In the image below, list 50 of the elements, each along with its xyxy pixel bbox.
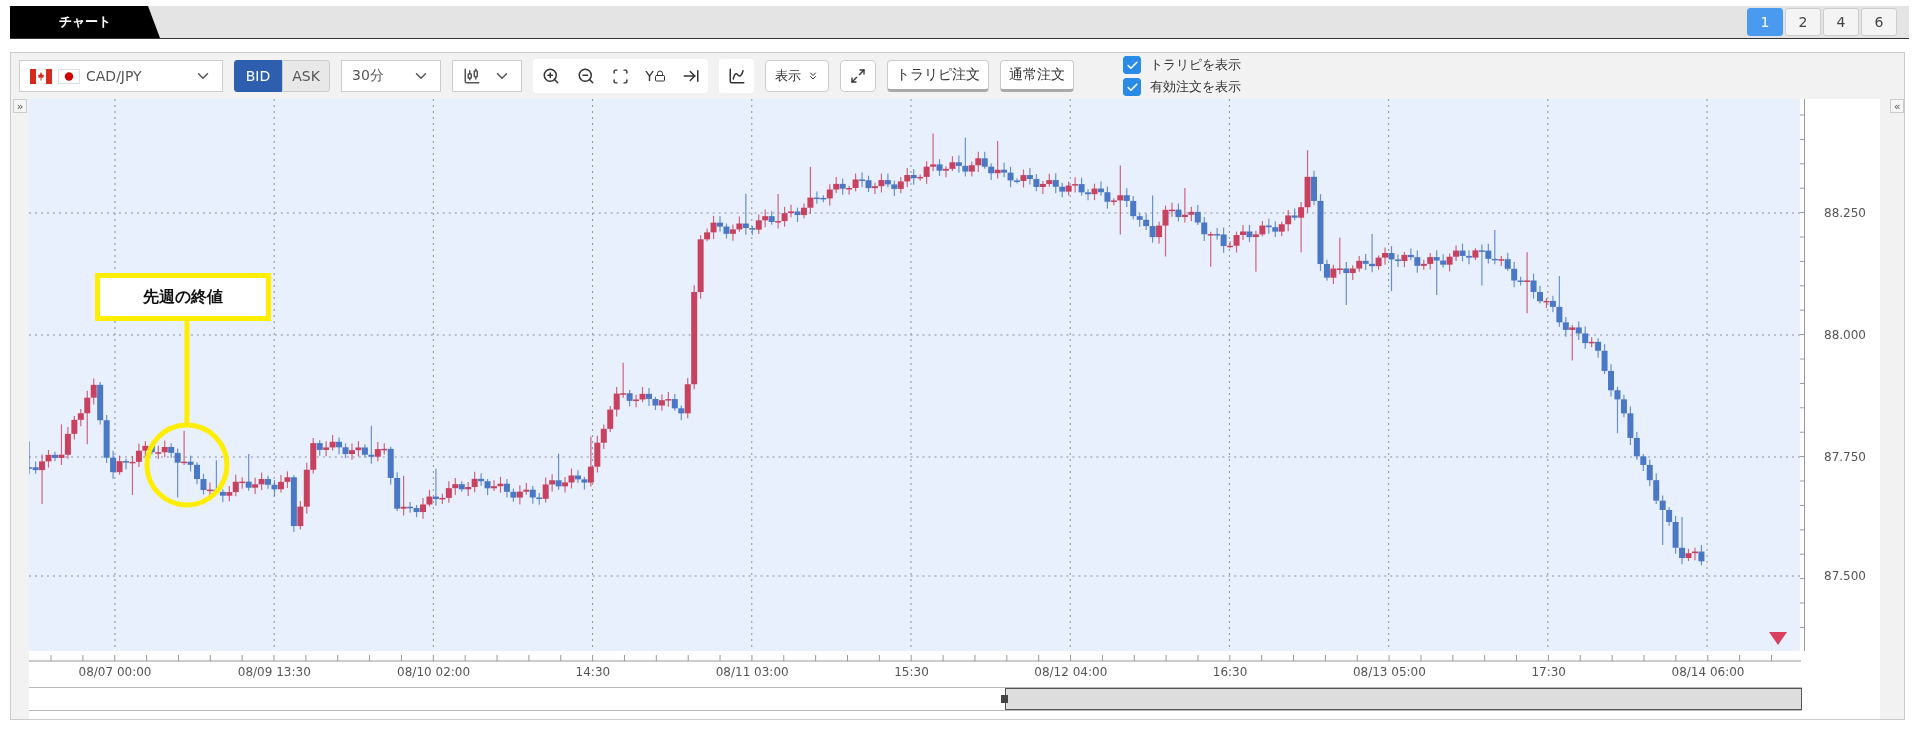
check-icon	[1125, 80, 1139, 94]
checkbox-label: トラリピを表示	[1150, 56, 1241, 74]
expand-right-button[interactable]: «	[1890, 99, 1904, 113]
checkbox[interactable]	[1123, 78, 1141, 96]
price-side-toggle[interactable]: ASK	[282, 60, 330, 92]
price-axis-label: 87.750	[1824, 450, 1866, 464]
expand-icon	[850, 68, 866, 84]
alert-triangle-icon	[1769, 632, 1787, 645]
price-axis-label: 88.000	[1824, 328, 1866, 342]
navigator-handle[interactable]	[1001, 695, 1008, 703]
timeframe-select[interactable]: 30分	[341, 60, 441, 92]
lock-icon	[653, 70, 666, 82]
layout-button[interactable]: 4	[1823, 8, 1859, 36]
zoom-out-icon	[576, 67, 595, 85]
canada-flag-icon	[30, 68, 52, 84]
chart-tab[interactable]: チャート	[10, 6, 160, 38]
time-axis-label: 08/12 04:00	[1034, 665, 1108, 679]
chart-type-select[interactable]	[452, 60, 522, 92]
time-axis-label: 17:30	[1531, 665, 1566, 679]
time-axis-label: 15:30	[894, 665, 929, 679]
layout-button[interactable]: 6	[1861, 8, 1897, 36]
double-chevron-icon	[807, 70, 819, 82]
order-button[interactable]: 通常注文	[1000, 60, 1074, 92]
symbol-select[interactable]: CAD/JPY	[19, 60, 223, 92]
time-axis-label: 16:30	[1212, 665, 1248, 679]
price-axis-label: 87.500	[1824, 569, 1866, 583]
expand-left-button[interactable]: »	[13, 99, 27, 113]
time-axis-label: 08/11 03:00	[715, 665, 789, 679]
time-axis-label: 08/09 13:30	[237, 665, 311, 679]
display-menu-button[interactable]: 表示	[765, 60, 829, 92]
price-side-toggle[interactable]: BID	[234, 60, 282, 92]
time-axis-label: 08/07 00:00	[78, 665, 152, 679]
time-axis-label: 08/13 05:00	[1352, 665, 1426, 679]
annotation-text: 先週の終値	[143, 286, 223, 308]
line-chart-icon	[727, 67, 746, 85]
zoom-in-icon	[541, 67, 560, 85]
order-button[interactable]: トラリピ注文	[887, 60, 989, 92]
layout-button[interactable]: 2	[1785, 8, 1821, 36]
frame-corners-icon	[612, 67, 629, 85]
check-icon	[1125, 58, 1139, 72]
japan-flag-icon	[58, 68, 80, 84]
arrow-to-line-icon	[681, 67, 700, 85]
time-axis-label: 08/10 02:00	[397, 665, 471, 679]
checkbox[interactable]	[1123, 56, 1141, 74]
candlestick-icon	[463, 67, 481, 85]
time-axis-label: 08/14 06:00	[1671, 665, 1745, 679]
time-axis-label: 14:30	[575, 665, 611, 679]
price-axis-label: 88.250	[1824, 206, 1866, 220]
checkbox-label: 有効注文を表示	[1150, 78, 1241, 96]
fullscreen-button[interactable]	[840, 60, 876, 92]
